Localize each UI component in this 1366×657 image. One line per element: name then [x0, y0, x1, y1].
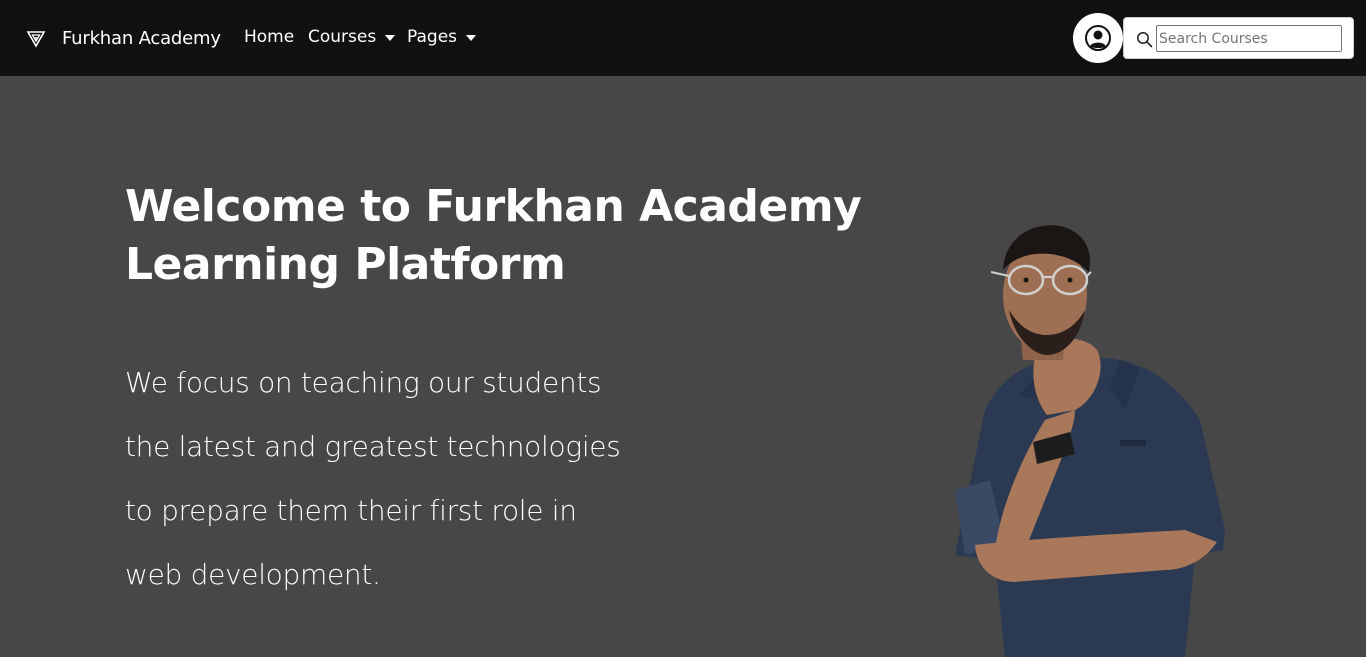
nav-home-label: Home [244, 27, 295, 47]
nav-pages-dropdown[interactable]: Pages [407, 27, 477, 47]
search-input[interactable] [1156, 25, 1342, 52]
navbar: Furkhan Academy Home Courses Pages [0, 0, 1366, 76]
search-icon [1137, 32, 1153, 48]
hero-line: We focus on teaching our students [125, 366, 602, 399]
hero-title: Welcome to Furkhan Academy Learning Plat… [125, 181, 862, 290]
nav-home-link[interactable]: Home [244, 27, 294, 47]
hero-line: the latest and greatest technologies [125, 430, 621, 463]
caret-down-icon [385, 34, 396, 41]
hero-line: to prepare them their first role in [125, 494, 577, 527]
hero-description: We focus on teaching our students the la… [125, 351, 685, 607]
search-box [1123, 17, 1354, 59]
user-circle-icon [1085, 25, 1111, 51]
nav-courses-label: Courses [308, 27, 377, 47]
brand-link[interactable]: Furkhan Academy [26, 24, 221, 52]
account-button[interactable] [1073, 13, 1123, 63]
triangle-logo-icon [26, 31, 46, 48]
nav-pages-label: Pages [407, 27, 458, 47]
hero-line: web development. [125, 558, 381, 591]
caret-down-icon [466, 34, 477, 41]
brand-name: Furkhan Academy [62, 27, 221, 49]
nav-courses-dropdown[interactable]: Courses [308, 27, 396, 47]
person-portrait-illustration [925, 210, 1245, 657]
hero-portrait-image [925, 210, 1245, 657]
